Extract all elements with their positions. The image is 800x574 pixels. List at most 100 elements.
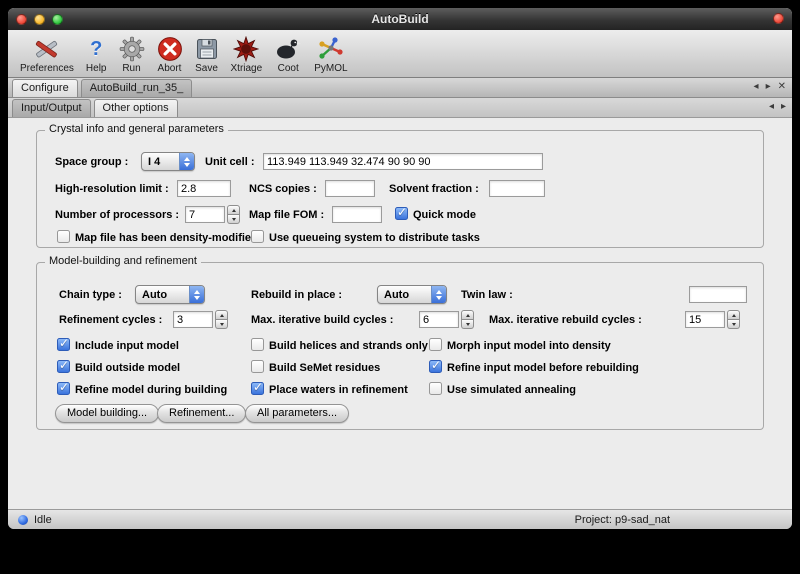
rebuild-in-place-dropdown[interactable]: Auto: [377, 285, 447, 304]
map-file-fom-input[interactable]: [332, 206, 382, 223]
max-rebuild-cycles-input[interactable]: [685, 311, 725, 328]
save-button[interactable]: Save: [189, 32, 225, 75]
abort-button[interactable]: Abort: [151, 32, 189, 75]
include-input-model-checkbox[interactable]: [57, 338, 70, 351]
doc-tab-prev-icon[interactable]: ◂: [754, 81, 759, 92]
stepper-up-icon[interactable]: [727, 310, 740, 320]
unit-cell-label: Unit cell :: [205, 156, 255, 168]
chain-type-value: Auto: [136, 289, 189, 301]
processors-stepper[interactable]: [227, 205, 240, 224]
dropdown-arrows-icon: [431, 286, 446, 303]
space-group-value: I 4: [142, 156, 179, 168]
xtriage-button[interactable]: Xtriage: [225, 32, 269, 75]
place-waters-label: Place waters in refinement: [269, 384, 408, 396]
simulated-annealing-checkbox[interactable]: [429, 382, 442, 395]
rebuild-cycles-stepper[interactable]: [727, 310, 740, 329]
build-helices-checkbox[interactable]: [251, 338, 264, 351]
pymol-label: PyMOL: [314, 63, 347, 75]
title-bar[interactable]: AutoBuild: [8, 8, 792, 30]
stepper-down-icon[interactable]: [227, 215, 240, 224]
solvent-fraction-input[interactable]: [489, 180, 545, 197]
abort-icon: [157, 34, 183, 63]
all-parameters-button[interactable]: All parameters...: [245, 404, 349, 423]
tab-configure[interactable]: Configure: [12, 79, 78, 97]
page-tab-prev-icon[interactable]: ◂: [769, 101, 774, 112]
morph-input-model-label: Morph input model into density: [447, 340, 611, 352]
tab-other-options[interactable]: Other options: [94, 99, 178, 117]
max-build-cycles-label: Max. iterative build cycles :: [251, 314, 393, 326]
refinement-cycles-stepper[interactable]: [215, 310, 228, 329]
queueing-system-checkbox[interactable]: [251, 230, 264, 243]
stepper-up-icon[interactable]: [461, 310, 474, 320]
max-build-cycles-input[interactable]: [419, 311, 459, 328]
high-resolution-limit-label: High-resolution limit :: [55, 183, 169, 195]
dropdown-arrows-icon: [179, 153, 194, 170]
map-file-fom-label: Map file FOM :: [249, 209, 324, 221]
red-indicator-dot: [773, 13, 784, 24]
preferences-button[interactable]: Preferences: [14, 32, 80, 75]
build-outside-model-checkbox[interactable]: [57, 360, 70, 373]
refinement-button[interactable]: Refinement...: [157, 404, 246, 423]
minimize-window-button[interactable]: [34, 14, 45, 25]
xtriage-label: Xtriage: [231, 63, 263, 75]
refine-during-building-checkbox[interactable]: [57, 382, 70, 395]
high-resolution-limit-input[interactable]: [177, 180, 231, 197]
unit-cell-input[interactable]: [263, 153, 543, 170]
pymol-button[interactable]: PyMOL: [308, 32, 353, 75]
help-button[interactable]: ? Help: [80, 32, 113, 75]
status-dot-icon: [18, 515, 28, 525]
model-group-title: Model-building and refinement: [45, 255, 201, 267]
chain-type-dropdown[interactable]: Auto: [135, 285, 205, 304]
autobuild-window: AutoBuild Preferences ? Help: [8, 8, 792, 529]
desktop-background: AutoBuild Preferences ? Help: [0, 0, 800, 574]
doc-tab-close-icon[interactable]: ✕: [778, 81, 786, 92]
crystal-group-title: Crystal info and general parameters: [45, 123, 228, 135]
close-window-button[interactable]: [16, 14, 27, 25]
status-bar: Idle Project: p9-sad_nat: [8, 509, 792, 529]
coot-button[interactable]: Coot: [268, 32, 308, 75]
zoom-window-button[interactable]: [52, 14, 63, 25]
twin-law-input[interactable]: [689, 286, 747, 303]
project-label: Project: p9-sad_nat: [575, 514, 670, 526]
model-building-group: Model-building and refinement Chain type…: [36, 262, 764, 430]
refine-input-model-checkbox[interactable]: [429, 360, 442, 373]
ncs-copies-input[interactable]: [325, 180, 375, 197]
space-group-dropdown[interactable]: I 4: [141, 152, 195, 171]
morph-input-model-checkbox[interactable]: [429, 338, 442, 351]
run-button[interactable]: Run: [113, 32, 151, 75]
page-tab-next-icon[interactable]: ▸: [781, 101, 786, 112]
include-input-model-label: Include input model: [75, 340, 179, 352]
solvent-fraction-label: Solvent fraction :: [389, 183, 479, 195]
help-icon: ?: [90, 34, 102, 63]
max-rebuild-cycles-label: Max. iterative rebuild cycles :: [489, 314, 642, 326]
preferences-label: Preferences: [20, 63, 74, 75]
page-tab-controls: ◂ ▸: [769, 101, 786, 114]
crystal-info-group: Crystal info and general parameters Spac…: [36, 130, 764, 248]
tab-autobuild-run-35[interactable]: AutoBuild_run_35_: [81, 79, 193, 97]
tab-input-output[interactable]: Input/Output: [12, 99, 91, 117]
doc-tab-next-icon[interactable]: ▸: [766, 81, 771, 92]
stepper-up-icon[interactable]: [215, 310, 228, 320]
build-semet-checkbox[interactable]: [251, 360, 264, 373]
place-waters-checkbox[interactable]: [251, 382, 264, 395]
abort-label: Abort: [158, 63, 182, 75]
refine-input-model-label: Refine input model before rebuilding: [447, 362, 639, 374]
quick-mode-checkbox[interactable]: [395, 207, 408, 220]
stepper-down-icon[interactable]: [215, 320, 228, 329]
density-modified-checkbox[interactable]: [57, 230, 70, 243]
refine-during-building-label: Refine model during building: [75, 384, 227, 396]
build-outside-model-label: Build outside model: [75, 362, 180, 374]
xtriage-icon: [233, 34, 259, 63]
dropdown-arrows-icon: [189, 286, 204, 303]
build-helices-label: Build helices and strands only: [269, 340, 428, 352]
stepper-up-icon[interactable]: [227, 205, 240, 215]
build-cycles-stepper[interactable]: [461, 310, 474, 329]
number-of-processors-label: Number of processors :: [55, 209, 179, 221]
stepper-down-icon[interactable]: [727, 320, 740, 329]
save-label: Save: [195, 63, 218, 75]
refinement-cycles-input[interactable]: [173, 311, 213, 328]
number-of-processors-input[interactable]: [185, 206, 225, 223]
run-gear-icon: [119, 34, 145, 63]
model-building-button[interactable]: Model building...: [55, 404, 159, 423]
stepper-down-icon[interactable]: [461, 320, 474, 329]
